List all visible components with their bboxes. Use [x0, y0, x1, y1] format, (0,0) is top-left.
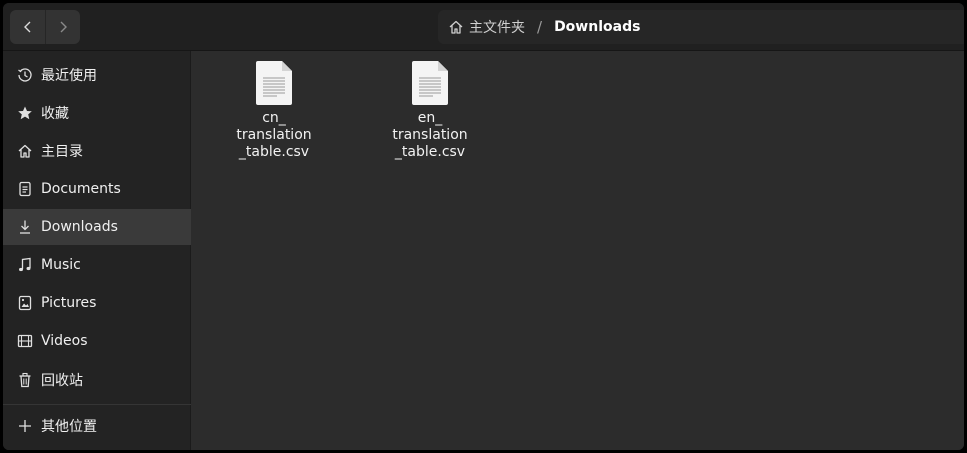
file-name: cn_ translation _table.csv: [236, 110, 312, 160]
sidebar-item-documents[interactable]: Documents: [3, 171, 191, 207]
music-note-icon: [17, 257, 33, 273]
sidebar-item-videos[interactable]: Videos: [3, 323, 191, 359]
breadcrumb-home-label: 主文件夹: [469, 20, 525, 36]
home-icon: [449, 20, 463, 34]
navigation-buttons: [10, 10, 80, 44]
sidebar-item-home[interactable]: 主目录: [3, 133, 191, 169]
breadcrumb-current-label: Downloads: [554, 19, 641, 35]
file-item[interactable]: cn_ translation _table.csv: [219, 60, 329, 161]
sidebar-item-label: 回收站: [41, 373, 83, 389]
plus-icon: [17, 418, 33, 434]
breadcrumb: 主文件夹 / Downloads: [438, 10, 964, 44]
text-file-icon: [412, 61, 448, 105]
sidebar-item-label: 主目录: [41, 144, 83, 160]
back-button[interactable]: [10, 10, 45, 44]
forward-button[interactable]: [45, 10, 80, 44]
clock-icon: [17, 67, 33, 83]
sidebar-item-label: Videos: [41, 333, 88, 349]
chevron-right-icon: [60, 21, 67, 33]
sidebar-item-label: Pictures: [41, 295, 97, 311]
download-icon: [17, 219, 33, 235]
sidebar-item-label: 收藏: [41, 106, 69, 122]
breadcrumb-separator: /: [537, 18, 543, 36]
sidebar-item-trash[interactable]: 回收站: [3, 362, 191, 398]
sidebar-item-label: Music: [41, 257, 81, 273]
document-icon: [17, 181, 33, 197]
breadcrumb-home[interactable]: 主文件夹: [438, 10, 535, 44]
text-file-icon: [256, 61, 292, 105]
star-icon: [17, 105, 33, 121]
chevron-left-icon: [23, 21, 30, 33]
sidebar: 最近使用 收藏 主目录 Documents Downloads Music Pi…: [3, 51, 191, 450]
file-manager-window: 主文件夹 / Downloads 最近使用 收藏 主目录 Documents D…: [3, 3, 964, 450]
film-icon: [17, 333, 33, 349]
sidebar-item-recent[interactable]: 最近使用: [3, 57, 191, 93]
sidebar-item-label: 最近使用: [41, 68, 97, 84]
sidebar-item-other-locations[interactable]: 其他位置: [3, 408, 191, 444]
sidebar-item-label: Documents: [41, 181, 121, 197]
sidebar-item-downloads[interactable]: Downloads: [3, 209, 191, 245]
home-icon: [17, 143, 33, 159]
file-view: cn_ translation _table.csv en_ translati…: [192, 51, 964, 450]
breadcrumb-current[interactable]: Downloads: [544, 10, 650, 44]
file-item[interactable]: en_ translation _table.csv: [375, 60, 485, 161]
sidebar-item-label: Downloads: [41, 219, 118, 235]
header-bar: 主文件夹 / Downloads: [3, 3, 964, 51]
trash-icon: [17, 372, 33, 388]
sidebar-item-label: 其他位置: [41, 419, 97, 435]
sidebar-item-starred[interactable]: 收藏: [3, 95, 191, 131]
sidebar-item-music[interactable]: Music: [3, 247, 191, 283]
sidebar-divider: [3, 404, 191, 405]
file-name: en_ translation _table.csv: [392, 110, 468, 160]
sidebar-item-pictures[interactable]: Pictures: [3, 285, 191, 321]
picture-icon: [17, 295, 33, 311]
